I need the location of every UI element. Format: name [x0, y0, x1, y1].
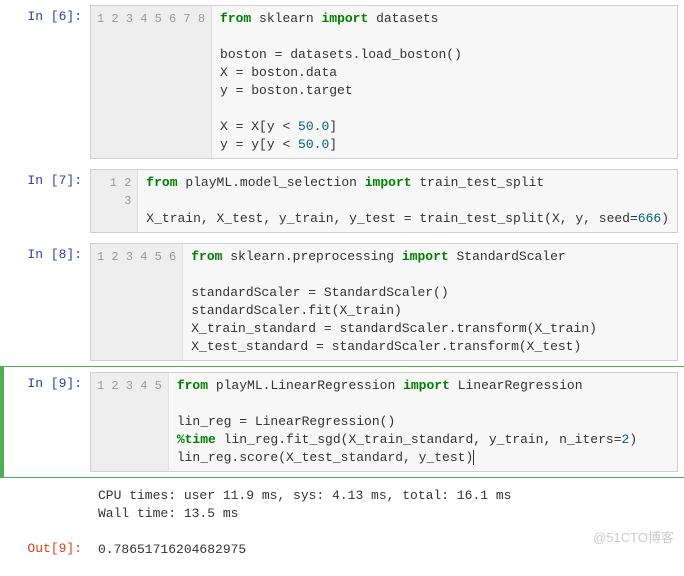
- output-result: 0.78651716204682975: [90, 537, 684, 563]
- code-content[interactable]: from playML.LinearRegression import Line…: [169, 373, 645, 471]
- input-prompt: In [6]:: [0, 5, 90, 159]
- selected-cell: In [9]: 1 2 3 4 5 from playML.LinearRegr…: [0, 366, 684, 478]
- input-prompt: In [8]:: [0, 243, 90, 361]
- code-cell: In [8]: 1 2 3 4 5 6 from sklearn.preproc…: [0, 238, 684, 366]
- output-cell: Out[9]: 0.78651716204682975: [0, 532, 684, 568]
- code-input-area[interactable]: 1 2 3 from playML.model_selection import…: [90, 169, 678, 233]
- notebook-viewport: In [6]: 1 2 3 4 5 6 7 8 from sklearn imp…: [0, 0, 684, 568]
- code-cell: In [7]: 1 2 3 from playML.model_selectio…: [0, 164, 684, 238]
- code-content[interactable]: from sklearn.preprocessing import Standa…: [183, 244, 605, 360]
- line-gutter: 1 2 3 4 5: [91, 373, 169, 471]
- output-prompt: Out[9]:: [0, 537, 90, 563]
- line-gutter: 1 2 3: [91, 170, 138, 232]
- code-input-area[interactable]: 1 2 3 4 5 6 from sklearn.preprocessing i…: [90, 243, 678, 361]
- code-content[interactable]: from playML.model_selection import train…: [138, 170, 677, 232]
- input-prompt: In [7]:: [0, 169, 90, 233]
- output-cell: CPU times: user 11.9 ms, sys: 4.13 ms, t…: [0, 478, 684, 532]
- code-content[interactable]: from sklearn import datasets boston = da…: [212, 6, 470, 158]
- code-input-area[interactable]: 1 2 3 4 5 6 7 8 from sklearn import data…: [90, 5, 678, 159]
- output-text: CPU times: user 11.9 ms, sys: 4.13 ms, t…: [90, 483, 684, 527]
- line-gutter: 1 2 3 4 5 6: [91, 244, 183, 360]
- code-cell: In [6]: 1 2 3 4 5 6 7 8 from sklearn imp…: [0, 0, 684, 164]
- code-input-area[interactable]: 1 2 3 4 5 from playML.LinearRegression i…: [90, 372, 678, 472]
- output-prompt-empty: [0, 483, 90, 527]
- line-gutter: 1 2 3 4 5 6 7 8: [91, 6, 212, 158]
- input-prompt: In [9]:: [4, 372, 90, 472]
